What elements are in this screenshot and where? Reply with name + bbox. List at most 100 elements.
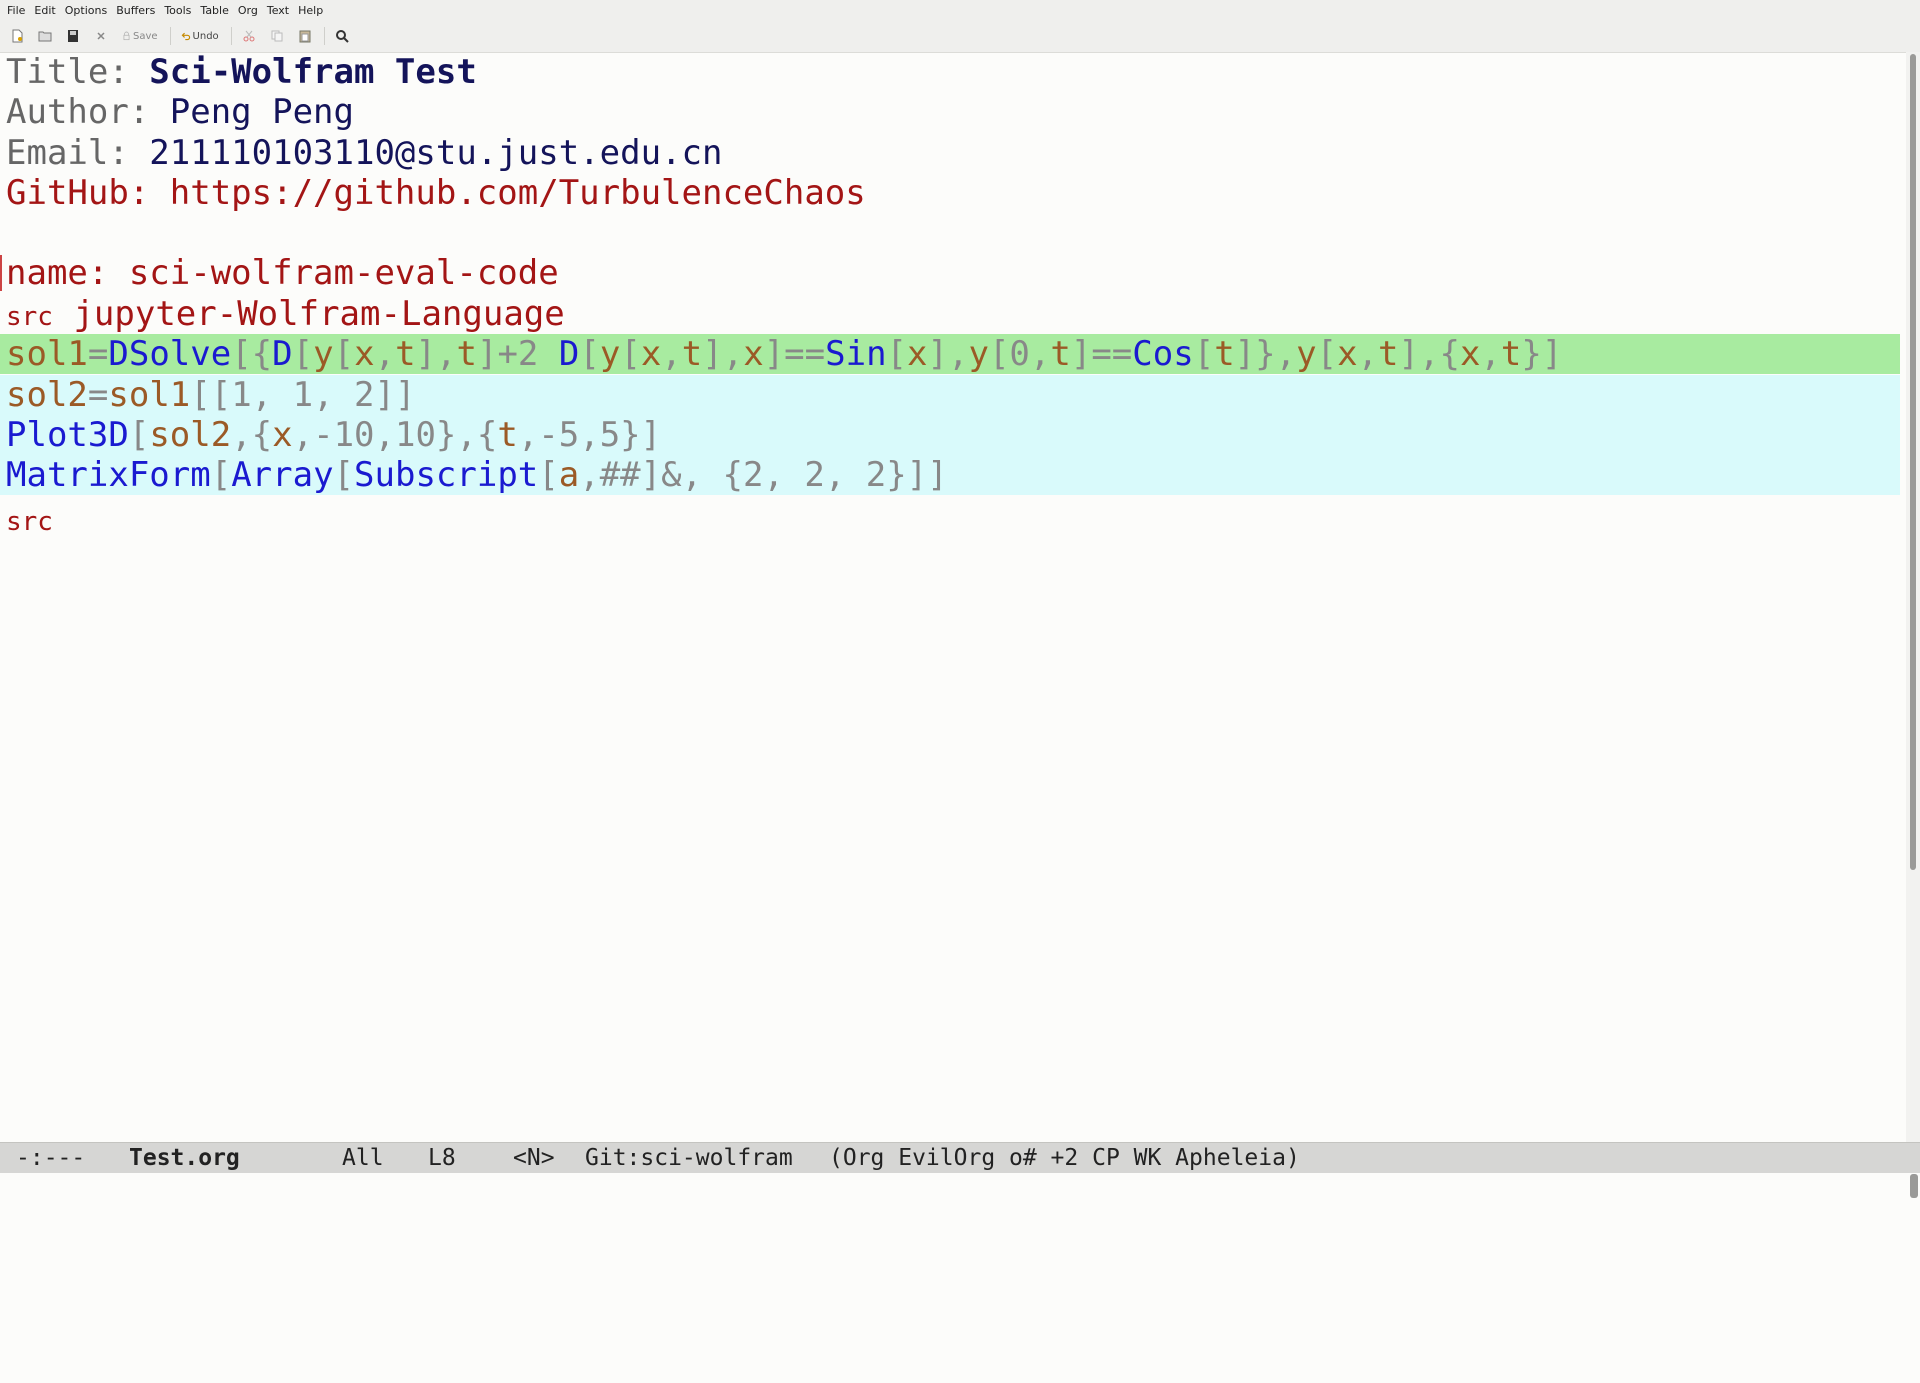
save-disk-icon [68, 30, 78, 42]
modeline-status: -:--- [16, 1145, 86, 1171]
code-punctuation-token: [0, [988, 334, 1051, 374]
code-line-3[interactable]: Plot3D[sol2,{x,-10,10},{t,-5,5}] [0, 415, 1900, 455]
code-variable-token: x [640, 334, 662, 374]
email-keyword: Email: [6, 133, 150, 173]
menu-edit[interactable]: Edit [34, 4, 55, 17]
code-variable-token: x [1337, 334, 1358, 374]
code-punctuation-token: , [374, 334, 396, 374]
code-punctuation-token: [ [128, 415, 150, 455]
save-button[interactable]: Save [118, 24, 162, 48]
cut-button[interactable] [238, 24, 260, 48]
code-punctuation-token: [{ [231, 334, 273, 374]
code-variable-token: x [743, 334, 764, 374]
undo-button[interactable]: Undo [177, 24, 223, 48]
code-variable-token: x [354, 334, 375, 374]
email-line: Email: 211110103110@stu.just.edu.cn [0, 133, 1900, 173]
code-variable-token: t [456, 334, 477, 374]
title-keyword: Title: [6, 52, 150, 92]
menu-table[interactable]: Table [200, 4, 228, 17]
code-variable-token: x [1459, 334, 1481, 374]
code-variable-token: x [272, 415, 293, 455]
code-punctuation-token: ], [415, 334, 457, 374]
vertical-scrollbar[interactable] [1906, 52, 1920, 1142]
code-function-token: D [558, 334, 580, 374]
code-punctuation-token: ,##]&, {2, 2, 2}]] [579, 455, 948, 495]
src-begin-keyword: src [6, 302, 53, 332]
code-line-4[interactable]: MatrixForm[Array[Subscript[a,##]&, {2, 2… [0, 455, 1900, 495]
email-value: 211110103110@stu.just.edu.cn [149, 133, 723, 173]
code-punctuation-token: ,-5,5}] [517, 415, 662, 455]
code-variable-token: y [1296, 334, 1317, 374]
close-icon [97, 32, 105, 40]
name-value: sci-wolfram-eval-code [128, 253, 559, 293]
modeline-buffer-name[interactable]: Test.org [129, 1143, 240, 1173]
search-icon [335, 30, 349, 43]
src-begin-line: src jupyter-Wolfram-Language [0, 294, 1900, 334]
name-keyword: name: [6, 253, 129, 293]
code-variable-token: t [1378, 334, 1399, 374]
code-punctuation-token: [ [333, 334, 355, 374]
code-punctuation-token: ],{ [1398, 334, 1460, 374]
copy-button[interactable] [266, 24, 288, 48]
code-punctuation-token: = [87, 334, 109, 374]
code-variable-token: t [681, 334, 703, 374]
modeline-evil-state: <N> [513, 1145, 555, 1171]
code-punctuation-token: [ [292, 334, 314, 374]
modeline-position: All [342, 1145, 384, 1171]
search-button[interactable] [331, 24, 353, 48]
code-line-1[interactable]: sol1=DSolve[{D[y[x,t],t]+2 D[y[x,t],x]==… [0, 334, 1900, 374]
code-function-token: MatrixForm [6, 455, 211, 495]
open-file-button[interactable] [34, 24, 56, 48]
scrollbar-thumb[interactable] [1910, 54, 1916, 870]
code-punctuation-token: ]== [1070, 334, 1133, 374]
src-end-keyword: src [6, 507, 53, 537]
open-folder-icon [38, 31, 52, 42]
author-line: Author: Peng Peng [0, 92, 1900, 132]
code-punctuation-token: [ [1316, 334, 1338, 374]
code-variable-token: y [968, 334, 989, 374]
save-buffer-button[interactable] [62, 24, 84, 48]
code-punctuation-token: , [661, 334, 682, 374]
menu-text[interactable]: Text [267, 4, 289, 17]
menu-file[interactable]: File [7, 4, 25, 17]
close-buffer-button[interactable] [90, 24, 112, 48]
github-link[interactable]: https://github.com/TurbulenceChaos [170, 173, 866, 213]
code-punctuation-token: [[1, 1, 2]] [190, 375, 416, 415]
undo-label: Undo [192, 30, 219, 42]
title-value: Sci-Wolfram Test [149, 52, 477, 92]
code-punctuation-token: [ [538, 455, 559, 495]
code-variable-token: t [1214, 334, 1235, 374]
code-variable-token: y [599, 334, 621, 374]
code-punctuation-token: [ [620, 334, 641, 374]
code-punctuation-token: = [87, 375, 109, 415]
code-punctuation-token: ,{ [231, 415, 273, 455]
code-punctuation-token: ]+2 [476, 334, 559, 374]
toolbar-separator [323, 27, 325, 45]
code-line-2[interactable]: sol2=sol1[[1, 1, 2]] [0, 375, 1900, 415]
menu-org[interactable]: Org [238, 4, 258, 17]
code-function-token: Subscript [354, 455, 539, 495]
code-variable-token: a [558, 455, 580, 495]
code-punctuation-token: [ [333, 455, 355, 495]
code-punctuation-token: ]== [763, 334, 826, 374]
minibuffer-scroll-indicator [1910, 1174, 1918, 1198]
modeline-modes[interactable]: (Org EvilOrg o# +2 CP WK Apheleia) [829, 1143, 1300, 1173]
modeline-vc-branch[interactable]: Git:sci-wolfram [585, 1143, 793, 1173]
code-variable-token: t [497, 415, 518, 455]
code-function-token: Sin [825, 334, 887, 374]
code-function-token: D [272, 334, 293, 374]
minibuffer[interactable] [0, 1173, 1920, 1200]
new-file-button[interactable] [6, 24, 28, 48]
menu-buffers[interactable]: Buffers [116, 4, 155, 17]
author-value: Peng Peng [169, 92, 354, 132]
copy-icon [271, 30, 283, 42]
code-punctuation-token: [ [210, 455, 232, 495]
editor-buffer[interactable]: Title: Sci-Wolfram Test Author: Peng Pen… [0, 52, 1906, 1142]
code-variable-token: t [1500, 334, 1522, 374]
modeline-line-number: L8 [428, 1145, 456, 1171]
menu-tools[interactable]: Tools [164, 4, 191, 17]
paste-button[interactable] [294, 24, 316, 48]
code-function-token: Plot3D [6, 415, 129, 455]
menu-options[interactable]: Options [65, 4, 107, 17]
menu-help[interactable]: Help [298, 4, 323, 17]
